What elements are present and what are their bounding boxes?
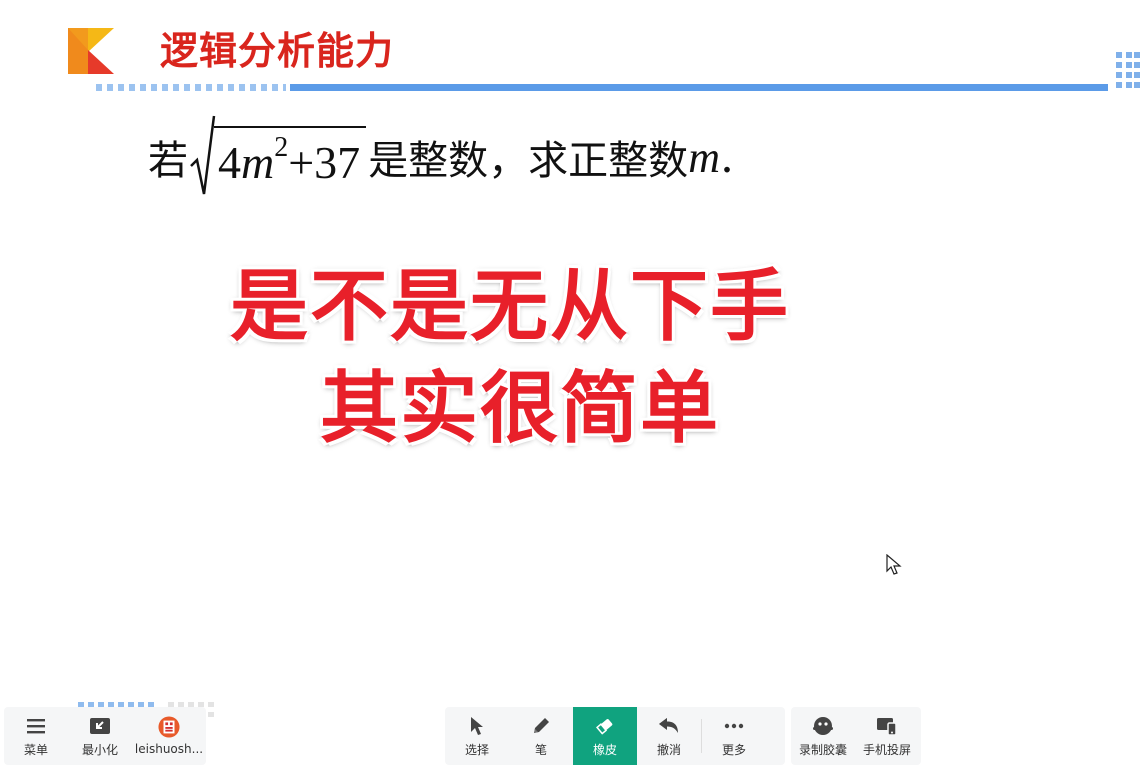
problem-statement: 若 4m2+37 是整数，求正整数 m .: [148, 112, 734, 202]
toolbar-right: 录制胶囊 手机投屏: [791, 707, 921, 765]
toolbar-left: 菜单 最小化 leishuosh...: [4, 707, 206, 765]
toolbar-tools: 选择 笔 橡皮 撤消 更多: [445, 707, 785, 765]
slide-canvas: 逻辑分析能力 若 4m2+37 是整数，求正整数 m . 是不是无从下手 其实很…: [0, 0, 1144, 700]
problem-prefix: 若: [148, 138, 188, 184]
undo-button[interactable]: 撤消: [637, 707, 701, 765]
problem-end-punct: .: [719, 131, 734, 183]
logo-icon: [68, 28, 114, 74]
radicand-rest: +37: [288, 136, 361, 188]
title-dots-left: [96, 84, 286, 91]
record-capsule-label: 录制胶囊: [798, 742, 847, 757]
overlay-caption-line1: 是不是无从下手: [229, 262, 790, 352]
record-capsule-button[interactable]: 录制胶囊: [791, 707, 855, 765]
radicand-coef: 4: [218, 136, 241, 188]
cursor-icon: [466, 715, 488, 737]
radicand: 4m2+37: [214, 125, 367, 189]
account-button[interactable]: leishuosh...: [132, 707, 206, 765]
menu-button[interactable]: 菜单: [4, 707, 68, 765]
select-tool-label: 选择: [464, 742, 489, 757]
more-icon: [723, 715, 745, 737]
radicand-exp: 2: [274, 131, 289, 163]
menu-icon: [25, 715, 47, 737]
minimize-icon: [89, 715, 111, 737]
avatar: [158, 716, 180, 738]
eraser-tool-button[interactable]: 橡皮: [573, 707, 637, 765]
pen-icon: [530, 715, 552, 737]
more-label: 更多: [721, 742, 746, 757]
pen-tool-button[interactable]: 笔: [509, 707, 573, 765]
more-button[interactable]: 更多: [702, 707, 766, 765]
screen-cast-label: 手机投屏: [862, 742, 911, 757]
record-icon: [812, 715, 834, 737]
radical-sign-icon: [190, 115, 216, 195]
eraser-tool-label: 橡皮: [592, 742, 617, 757]
menu-label: 菜单: [23, 742, 48, 757]
problem-end-var: m: [688, 132, 720, 182]
radicand-var: m: [241, 136, 275, 188]
undo-icon: [658, 715, 680, 737]
select-tool-button[interactable]: 选择: [445, 707, 509, 765]
title-underline: [290, 84, 1108, 91]
square-root: 4m2+37: [190, 114, 367, 200]
eraser-icon: [594, 715, 616, 737]
minimize-button[interactable]: 最小化: [68, 707, 132, 765]
pen-tool-label: 笔: [534, 742, 547, 757]
slide-title: 逻辑分析能力: [160, 29, 395, 73]
problem-suffix: 是整数，求正整数: [368, 138, 689, 184]
overlay-caption-line2: 其实很简单: [319, 364, 720, 454]
screen-cast-icon: [876, 715, 898, 737]
undo-label: 撤消: [656, 742, 681, 757]
title-dots-right: [1116, 52, 1140, 92]
screen-cast-button[interactable]: 手机投屏: [855, 707, 919, 765]
minimize-label: 最小化: [81, 742, 118, 757]
mouse-pointer-icon: [886, 554, 902, 575]
account-label: leishuosh...: [134, 742, 204, 756]
